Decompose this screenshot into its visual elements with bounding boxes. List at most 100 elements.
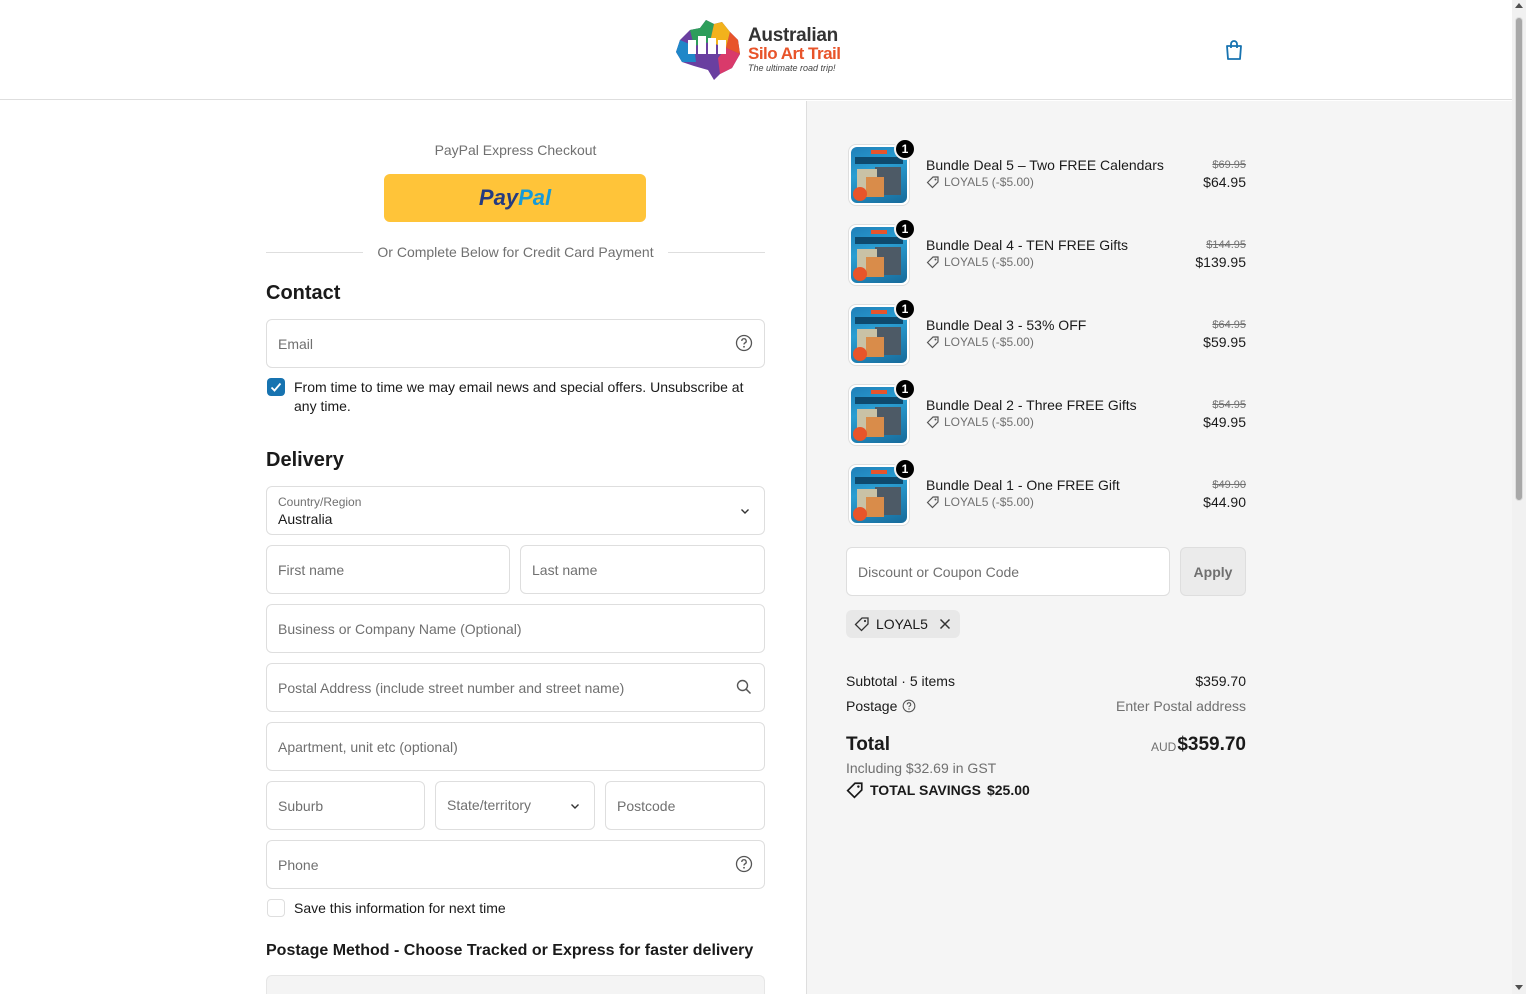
first-name-placeholder: First name [278, 562, 345, 578]
quantity-badge: 1 [894, 138, 916, 160]
close-icon[interactable] [938, 617, 952, 631]
page-scrollbar[interactable] [1512, 0, 1526, 994]
chevron-down-icon [571, 804, 579, 809]
item-name: Bundle Deal 4 - TEN FREE Gifts [926, 237, 1129, 253]
item-discount: LOYAL5 (-$5.00) [926, 175, 1034, 189]
item-old-price: $64.95 [1212, 319, 1246, 331]
last-name-field[interactable]: Last name [520, 545, 765, 594]
postcode-field[interactable]: Postcode [605, 781, 765, 830]
paypal-label-part2: Pal [518, 185, 552, 210]
item-name: Bundle Deal 5 – Two FREE Calendars [926, 157, 1164, 173]
help-circle-icon[interactable] [735, 855, 753, 873]
divider-text: Or Complete Below for Credit Card Paymen… [377, 244, 654, 260]
postage-heading: Postage Method - Choose Tracked or Expre… [266, 942, 754, 959]
newsletter-checkbox[interactable] [267, 378, 285, 396]
cart-item: 1 Bundle Deal 4 - TEN FREE Gifts LOYAL5 … [846, 218, 1246, 290]
logo-tagline: The ultimate road trip! [748, 63, 836, 73]
country-label: Country/Region [278, 495, 362, 509]
delivery-heading: Delivery [266, 449, 344, 471]
coupon-placeholder: Discount or Coupon Code [858, 564, 1020, 580]
item-price: $44.90 [1203, 494, 1246, 510]
item-price: $49.95 [1203, 414, 1246, 430]
item-price: $139.95 [1195, 254, 1246, 270]
address-placeholder: Postal Address (include street number an… [278, 680, 625, 696]
logo-map-icon [676, 20, 740, 80]
quantity-badge: 1 [894, 218, 916, 240]
divider-line [266, 251, 364, 253]
address-field[interactable]: Postal Address (include street number an… [266, 663, 765, 712]
scroll-up-arrow-icon[interactable] [1515, 3, 1523, 8]
scroll-down-arrow-icon[interactable] [1515, 985, 1523, 990]
paypal-label-part1: Pay [478, 185, 519, 210]
tag-icon [854, 617, 869, 632]
phone-placeholder: Phone [278, 857, 319, 873]
item-discount: LOYAL5 (-$5.00) [926, 415, 1034, 429]
item-name: Bundle Deal 2 - Three FREE Gifts [926, 397, 1137, 413]
item-name: Bundle Deal 1 - One FREE Gift [926, 477, 1120, 493]
site-logo[interactable]: Australian Silo Art Trail The ultimate r… [674, 18, 844, 82]
total-label: Total [846, 734, 890, 755]
postage-label-wrap: Postage [846, 698, 916, 714]
company-field[interactable]: Business or Company Name (Optional) [266, 604, 765, 653]
item-discount-text: LOYAL5 (-$5.00) [944, 415, 1034, 429]
applied-coupon-tag: LOYAL5 [846, 610, 960, 638]
quantity-badge: 1 [894, 458, 916, 480]
postage-value: Enter Postal address [1116, 698, 1246, 714]
apartment-field[interactable]: Apartment, unit etc (optional) [266, 722, 765, 771]
email-placeholder: Email [278, 336, 314, 352]
tag-icon [926, 336, 939, 349]
paypal-button[interactable]: Pay Pal [384, 174, 646, 222]
item-old-price: $54.95 [1212, 399, 1246, 411]
suburb-placeholder: Suburb [278, 798, 324, 814]
apply-coupon-button[interactable]: Apply [1180, 547, 1246, 596]
savings-value: $25.00 [986, 782, 1030, 798]
item-discount-text: LOYAL5 (-$5.00) [944, 175, 1034, 189]
applied-coupon-code: LOYAL5 [876, 616, 928, 632]
item-price: $59.95 [1203, 334, 1246, 350]
contact-heading: Contact [266, 282, 341, 304]
item-discount-text: LOYAL5 (-$5.00) [944, 255, 1034, 269]
postcode-placeholder: Postcode [617, 798, 676, 814]
express-checkout-title: PayPal Express Checkout [434, 142, 597, 158]
cart-item: 1 Bundle Deal 3 - 53% OFF LOYAL5 (-$5.00… [846, 298, 1246, 370]
newsletter-text: From time to time we may email news and … [294, 379, 744, 414]
coupon-input[interactable]: Discount or Coupon Code [846, 547, 1170, 596]
country-select[interactable]: Country/Region Australia [266, 486, 765, 535]
state-select[interactable]: State/territory [435, 781, 595, 830]
total-savings: TOTAL SAVINGS $25.00 [846, 781, 1030, 799]
item-price: $64.95 [1203, 174, 1246, 190]
email-field[interactable]: Email [266, 319, 765, 368]
gst-text: Including $32.69 in GST [846, 760, 997, 776]
item-discount: LOYAL5 (-$5.00) [926, 335, 1034, 349]
subtotal-label: Subtotal · 5 items [846, 673, 955, 689]
cart-item: 1 Bundle Deal 2 - Three FREE Gifts LOYAL… [846, 378, 1246, 450]
first-name-field[interactable]: First name [266, 545, 510, 594]
last-name-placeholder: Last name [532, 562, 598, 578]
help-circle-icon[interactable] [902, 699, 916, 713]
subtotal-value: $359.70 [1195, 673, 1246, 689]
item-old-price: $144.95 [1206, 239, 1246, 251]
scrollbar-thumb[interactable] [1515, 17, 1523, 501]
apartment-placeholder: Apartment, unit etc (optional) [278, 739, 458, 755]
tag-icon [926, 176, 939, 189]
save-info-checkbox[interactable] [267, 899, 285, 917]
checkmark-icon [270, 382, 282, 392]
item-old-price: $49.90 [1212, 479, 1246, 491]
divider-line [667, 251, 765, 253]
item-discount: LOYAL5 (-$5.00) [926, 495, 1034, 509]
quantity-badge: 1 [894, 378, 916, 400]
total-currency: AUD [1151, 740, 1177, 754]
cart-item: 1 Bundle Deal 1 - One FREE Gift LOYAL5 (… [846, 458, 1246, 530]
search-icon [736, 679, 752, 695]
phone-field[interactable]: Phone [266, 840, 765, 889]
suburb-field[interactable]: Suburb [266, 781, 425, 830]
company-placeholder: Business or Company Name (Optional) [278, 621, 522, 637]
postage-label: Postage [846, 698, 898, 714]
total-value: $359.70 [1177, 734, 1246, 755]
tag-icon [926, 496, 939, 509]
help-circle-icon[interactable] [735, 334, 753, 352]
chevron-down-icon [741, 509, 749, 514]
cart-item: 1 Bundle Deal 5 – Two FREE Calendars LOY… [846, 138, 1246, 210]
item-discount-text: LOYAL5 (-$5.00) [944, 495, 1034, 509]
shopping-bag-icon[interactable] [1222, 38, 1246, 62]
